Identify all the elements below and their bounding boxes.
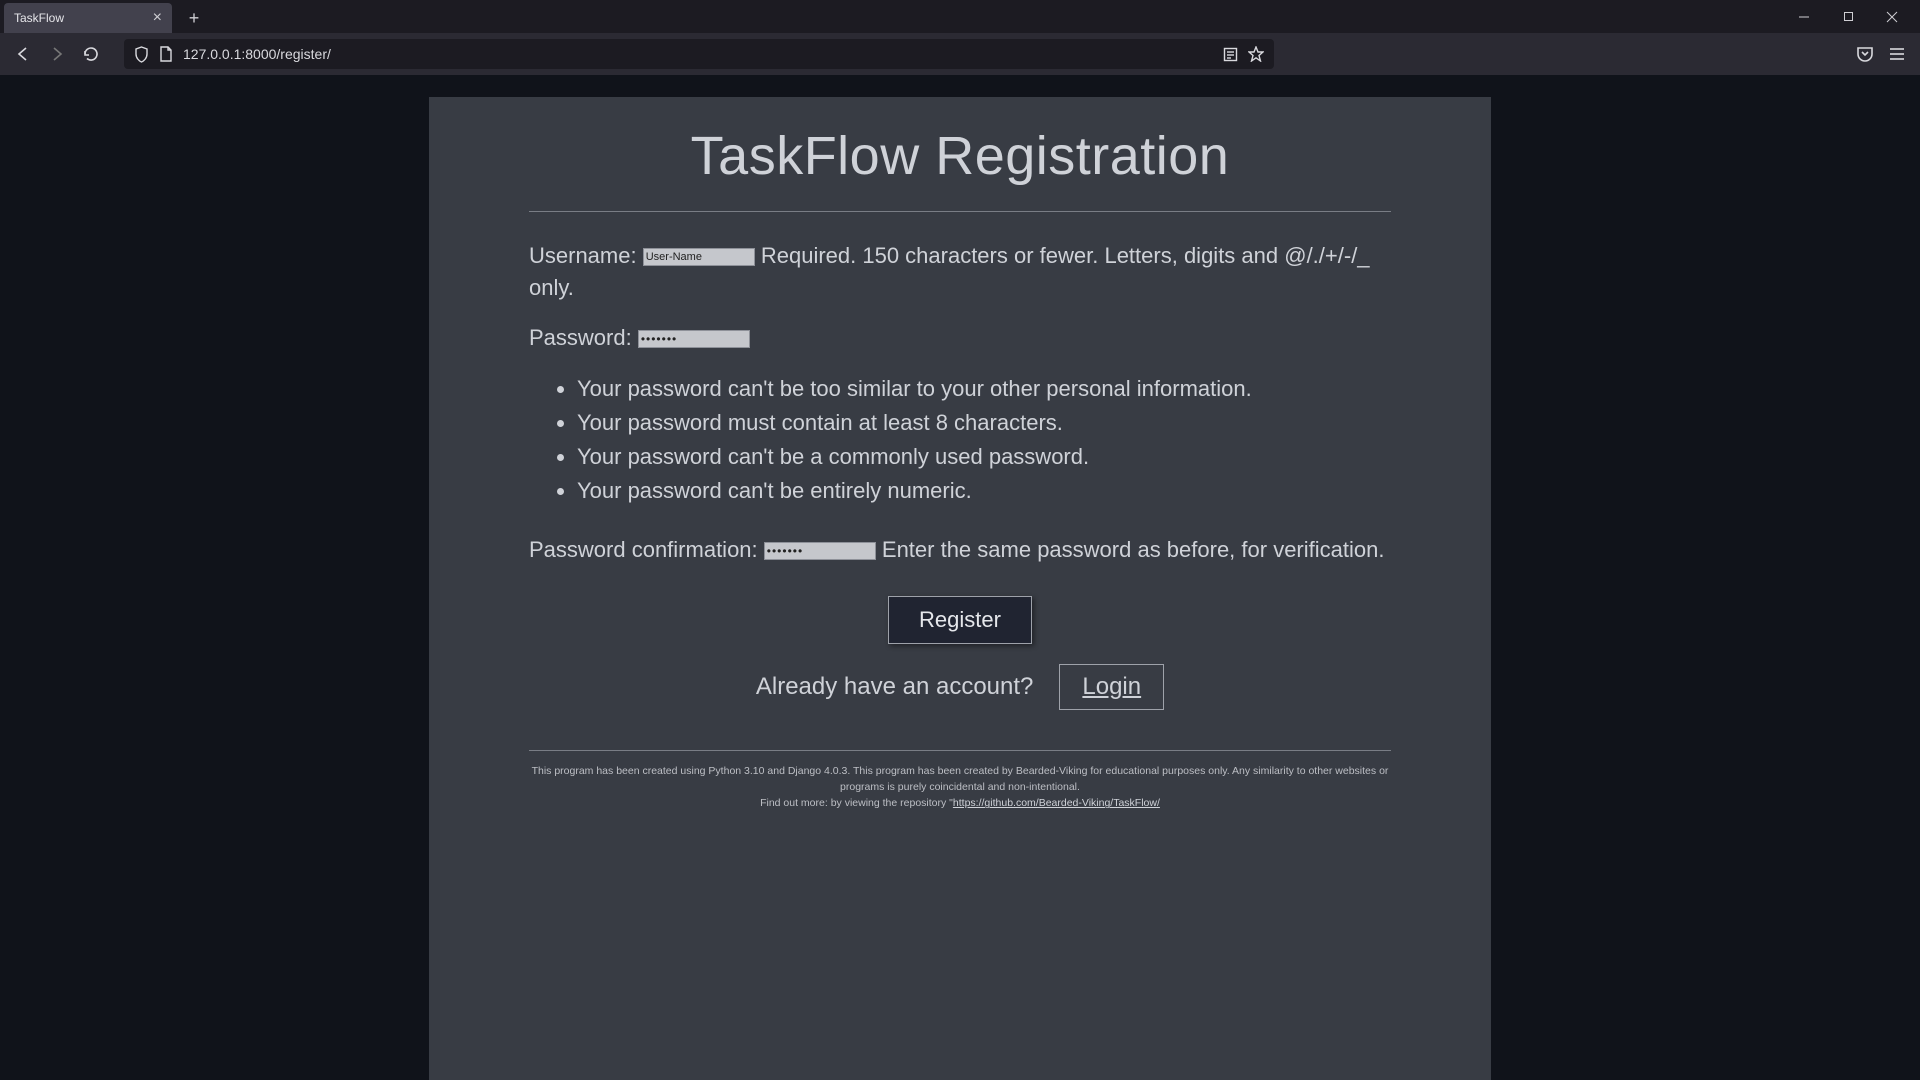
nav-back-button[interactable]: [8, 39, 38, 69]
registration-card: TaskFlow Registration Username: Required…: [429, 97, 1491, 1080]
repo-link[interactable]: https://github.com/Bearded-Viking/TaskFl…: [953, 797, 1160, 809]
url-text: 127.0.0.1:8000/register/: [183, 46, 1213, 62]
password-input[interactable]: [638, 330, 750, 348]
password-rule: Your password must contain at least 8 ch…: [577, 406, 1391, 440]
footer-line-2: Find out more: by viewing the repository…: [529, 795, 1391, 811]
browser-tab[interactable]: TaskFlow ×: [4, 3, 172, 33]
footer: This program has been created using Pyth…: [529, 763, 1391, 812]
divider: [529, 750, 1391, 751]
password-rule: Your password can't be too similar to yo…: [577, 372, 1391, 406]
password-field-row: Password:: [529, 322, 1391, 354]
tab-strip: TaskFlow × +: [0, 0, 1920, 33]
window-minimize-button[interactable]: [1782, 3, 1826, 31]
password-rule: Your password can't be a commonly used p…: [577, 440, 1391, 474]
password-rule: Your password can't be entirely numeric.: [577, 474, 1391, 508]
footer-line-1: This program has been created using Pyth…: [529, 763, 1391, 796]
window-maximize-button[interactable]: [1826, 3, 1870, 31]
close-tab-icon[interactable]: ×: [153, 10, 162, 26]
browser-toolbar: 127.0.0.1:8000/register/: [0, 33, 1920, 75]
divider: [529, 211, 1391, 212]
page-title: TaskFlow Registration: [529, 125, 1391, 187]
shield-icon: [134, 46, 149, 63]
new-tab-button[interactable]: +: [180, 4, 208, 32]
password-confirm-label: Password confirmation:: [529, 537, 764, 562]
app-menu-button[interactable]: [1882, 39, 1912, 69]
window-controls: [1782, 0, 1914, 33]
reader-mode-icon[interactable]: [1223, 47, 1238, 62]
username-field-row: Username: Required. 150 characters or fe…: [529, 240, 1391, 304]
url-bar[interactable]: 127.0.0.1:8000/register/: [124, 39, 1274, 69]
username-label: Username:: [529, 243, 643, 268]
login-prompt: Already have an account?: [756, 673, 1034, 701]
save-to-pocket-button[interactable]: [1850, 39, 1880, 69]
password-label: Password:: [529, 325, 638, 350]
password-rules-list: Your password can't be too similar to yo…: [577, 372, 1391, 508]
window-close-button[interactable]: [1870, 3, 1914, 31]
page-viewport: TaskFlow Registration Username: Required…: [0, 75, 1920, 1080]
tab-title: TaskFlow: [14, 11, 153, 25]
password-confirm-field-row: Password confirmation: Enter the same pa…: [529, 534, 1391, 566]
password-confirm-input[interactable]: [764, 542, 876, 560]
register-button[interactable]: Register: [888, 596, 1032, 644]
page-icon: [159, 46, 173, 62]
bookmark-star-icon[interactable]: [1248, 46, 1264, 62]
username-input[interactable]: [643, 248, 755, 266]
password-confirm-help: Enter the same password as before, for v…: [882, 537, 1385, 562]
nav-forward-button[interactable]: [42, 39, 72, 69]
login-button[interactable]: Login: [1059, 664, 1164, 710]
nav-reload-button[interactable]: [76, 39, 106, 69]
